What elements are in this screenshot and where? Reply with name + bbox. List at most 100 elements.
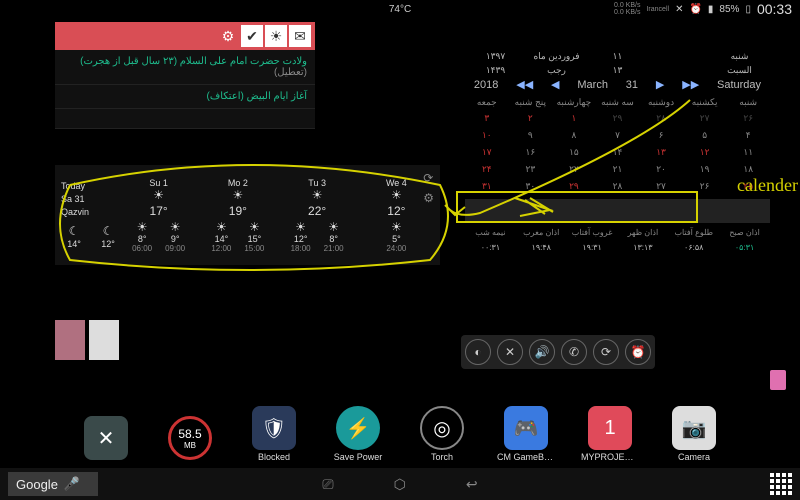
sound-off-icon[interactable]: ✕ — [497, 339, 523, 365]
events-widget: ⚙ ✔ ☀ ✉ ولادت حضرت امام علی السلام (۲۳ س… — [55, 22, 315, 129]
cal-wd-fa: شنبه — [709, 50, 770, 62]
app-storage[interactable]: 58.5 MB — [161, 416, 219, 462]
cal-day[interactable]: ۲۴ — [465, 161, 509, 178]
mail-icon[interactable]: ✉ — [289, 25, 311, 47]
recents-icon[interactable]: ⎚ — [322, 476, 333, 493]
app-myprojects[interactable]: 1 MYPROJECTS — [581, 406, 639, 462]
cal-day[interactable]: ۳ — [465, 110, 509, 127]
cal-day[interactable]: ۲۸ — [596, 178, 640, 195]
cal-day[interactable]: ۱۳ — [639, 144, 683, 161]
cal-day[interactable]: ۵ — [683, 127, 727, 144]
fc-day: We 4 — [366, 178, 426, 188]
thumbnail[interactable] — [89, 320, 119, 360]
cal-day[interactable]: ۷ — [596, 127, 640, 144]
torch-icon: ◎ — [433, 416, 450, 441]
cal-dow: چهارشنبه — [552, 95, 596, 110]
thumbnail[interactable] — [55, 320, 85, 360]
storage-value: 58.5 — [178, 427, 201, 441]
weather-settings-icon[interactable]: ⚙ — [423, 191, 434, 205]
cal-dow: یکشنبه — [683, 95, 727, 110]
pt-value: ۱۹:۴۸ — [516, 242, 567, 253]
cal-day[interactable]: ۲۸ — [639, 110, 683, 127]
cal-day[interactable]: ۲۷ — [683, 110, 727, 127]
next-far-icon[interactable]: ▶▶ — [682, 78, 699, 91]
cal-year-ar: ۱۴۳۹ — [465, 64, 526, 76]
cal-day[interactable]: ۲۹ — [552, 178, 596, 195]
settings-icon[interactable]: ⚙ — [217, 25, 239, 47]
cal-day[interactable]: ۳۰ — [509, 178, 553, 195]
cal-day[interactable]: ۹ — [509, 127, 553, 144]
pixel-sprite[interactable] — [770, 370, 786, 390]
cal-year-fa: ۱۳۹۷ — [465, 50, 526, 62]
phone-icon[interactable]: ✆ — [561, 339, 587, 365]
prev-far-icon[interactable]: ◀◀ — [516, 78, 533, 91]
cal-day[interactable]: ۱۵ — [552, 144, 596, 161]
prev-icon[interactable]: ◀ — [551, 78, 559, 91]
pt-label: اذان مغرب — [516, 227, 567, 238]
app-label: MYPROJECTS — [581, 452, 639, 462]
app-drawer-icon[interactable] — [770, 473, 792, 495]
cal-day[interactable]: ۲۰ — [639, 161, 683, 178]
temp-val: 12° — [101, 238, 115, 251]
app-label: Blocked — [245, 452, 303, 462]
home-icon[interactable]: ⬡ — [394, 476, 406, 493]
cal-day[interactable]: ۲۶ — [683, 178, 727, 195]
shield-icon: 🛡 — [261, 416, 286, 441]
cal-day[interactable]: ۲۱ — [596, 161, 640, 178]
cal-week: ۱۰۹۸۷۶۵۴ — [465, 127, 770, 144]
cal-day[interactable]: ۱ — [552, 110, 596, 127]
calendar-check-icon[interactable]: ✔ — [241, 25, 263, 47]
sound-icon[interactable]: 🔊 — [529, 339, 555, 365]
sync-icon[interactable]: ⟳ — [593, 339, 619, 365]
dock: ✕ 58.5 MB 🛡 Blocked ⚡ Save Power ◎ Torch… — [0, 406, 800, 462]
sun-icon: ☀ — [216, 220, 227, 234]
prayer-values: ۰۰:۳۱۱۹:۴۸۱۹:۳۱۱۳:۱۳۰۶:۵۸۰۵:۳۱ — [465, 242, 770, 253]
app-close[interactable]: ✕ — [77, 416, 135, 462]
mic-icon[interactable]: 🎤 — [64, 476, 80, 492]
calendar-event-bar[interactable] — [465, 199, 770, 223]
sun-icon: ☀ — [129, 188, 189, 202]
cal-day[interactable]: ۳۱ — [465, 178, 509, 195]
cal-day[interactable]: ۴ — [726, 127, 770, 144]
cal-day[interactable]: ۱۲ — [683, 144, 727, 161]
app-save-power[interactable]: ⚡ Save Power — [329, 406, 387, 462]
cal-dow: دوشنبه — [639, 95, 683, 110]
event-row[interactable]: آغاز ایام البیض (اعتکاف) — [55, 85, 315, 109]
cal-day[interactable]: ۲ — [509, 110, 553, 127]
back-icon[interactable]: ↩ — [466, 476, 478, 493]
cal-day[interactable]: ۲۳ — [509, 161, 553, 178]
sun-icon: ☀ — [391, 220, 402, 234]
cal-day[interactable]: ۱۷ — [465, 144, 509, 161]
app-torch[interactable]: ◎ Torch — [413, 406, 471, 462]
book-thumbnails[interactable] — [55, 320, 119, 360]
event-row[interactable]: ولادت حضرت امام علی السلام (۲۳ سال قبل ا… — [55, 50, 315, 85]
app-label: Camera — [665, 452, 723, 462]
cal-day[interactable]: ۲۶ — [726, 110, 770, 127]
brightness-icon[interactable]: ◐ — [465, 339, 491, 365]
cal-day[interactable]: ۲۷ — [639, 178, 683, 195]
fc-hour: 18:00 — [291, 244, 311, 253]
cal-day[interactable]: ۱۶ — [509, 144, 553, 161]
cal-day[interactable]: ۲۹ — [596, 110, 640, 127]
weather-widget[interactable]: ⟳ ⚙ Today Sa 31 Qazvin ☾14° ☾12° Su 1☀17… — [55, 165, 440, 265]
alarm-toggle-icon[interactable]: ⏰ — [625, 339, 651, 365]
app-gamebox[interactable]: 🎮 CM GameBo... — [497, 406, 555, 462]
cal-day[interactable]: ۱۱ — [726, 144, 770, 161]
cal-day[interactable]: ۱۴ — [596, 144, 640, 161]
fc-hi: 12° — [366, 204, 426, 218]
refresh-icon[interactable]: ⟳ — [423, 171, 434, 185]
sun-icon: ☀ — [287, 188, 347, 202]
app-camera[interactable]: 📷 Camera — [665, 406, 723, 462]
cal-day[interactable]: ۸ — [552, 127, 596, 144]
cal-week: ۳۲۱۲۹۲۸۲۷۲۶ — [465, 110, 770, 127]
sun-icon[interactable]: ☀ — [265, 25, 287, 47]
cal-day[interactable]: ۱۰ — [465, 127, 509, 144]
app-blocked[interactable]: 🛡 Blocked — [245, 406, 303, 462]
cal-month-en[interactable]: March — [577, 79, 608, 91]
cal-day[interactable]: ۶ — [639, 127, 683, 144]
cal-day[interactable]: ۲۲ — [552, 161, 596, 178]
pt-label: اذان صبح — [719, 227, 770, 238]
google-search[interactable]: Google 🎤 — [8, 472, 98, 496]
cal-day[interactable]: ۱۹ — [683, 161, 727, 178]
next-icon[interactable]: ▶ — [656, 78, 664, 91]
